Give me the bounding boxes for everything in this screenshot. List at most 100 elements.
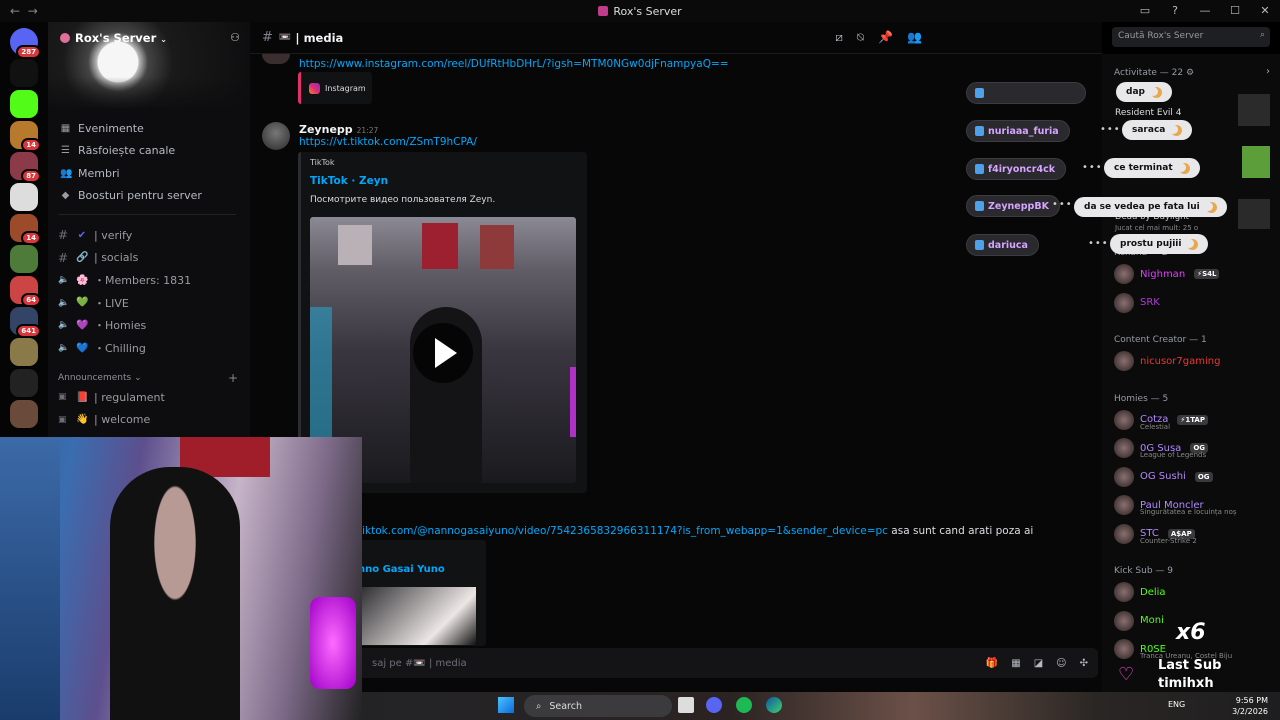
server-w-server[interactable] (10, 59, 38, 87)
forward-arrow-icon[interactable]: → (28, 4, 38, 18)
server-server-11[interactable] (10, 338, 38, 366)
video-thumbnail[interactable] (358, 587, 476, 645)
threads-icon[interactable]: ⧄ (835, 30, 843, 45)
language-indicator[interactable]: ENG (1168, 700, 1185, 709)
invite-icon[interactable]: ⚇ (230, 31, 240, 44)
avatar[interactable] (262, 54, 290, 64)
gif-icon[interactable]: ▦ (1011, 658, 1020, 669)
message-author[interactable]: Zeynepp (299, 123, 353, 136)
voice-channel-icon: 🔈 (58, 320, 70, 331)
server-name-button[interactable]: Rox's Server ⌄ (60, 31, 167, 45)
unread-badge: 87 (21, 169, 41, 183)
channel-item[interactable]: 🔈 💜 ・Homies (58, 315, 146, 335)
emoji-icon[interactable]: ☺ (1056, 658, 1066, 669)
channel-item[interactable]: 🔈 🌸 ・Members: 1831 (58, 270, 191, 290)
last-sub-title: Last Sub (1158, 658, 1222, 673)
message-link[interactable]: tiktok.com/@nannogasaiyuno/video/7542365… (358, 525, 888, 537)
clock[interactable]: 9:56 PM 3/2/2026 (1232, 695, 1268, 717)
channel-label: | regulament (94, 390, 165, 404)
discord-taskbar-icon[interactable] (706, 697, 722, 713)
message-link[interactable]: https://www.instagram.com/reel/DUfRtHbDH… (299, 58, 729, 70)
nav-boost[interactable]: ◆ Boosturi pentru server (60, 186, 202, 206)
maximize-button[interactable]: ☐ (1220, 0, 1250, 22)
embed-title[interactable]: nno Gasai Yuno (358, 564, 445, 575)
member-item[interactable]: Delia (1114, 580, 1278, 604)
back-arrow-icon[interactable]: ← (10, 4, 20, 18)
chevron-right-icon[interactable]: › (1266, 66, 1270, 77)
server-server-9[interactable]: 64 (10, 276, 41, 307)
file-explorer-icon[interactable] (678, 697, 694, 713)
member-item[interactable]: nicusor7gaming (1114, 349, 1278, 373)
instagram-embed[interactable]: Instagram (298, 72, 372, 104)
channel-item[interactable]: 🔈 💙 ・Chilling (58, 338, 146, 358)
text-channel-icon: # (58, 250, 69, 265)
member-item[interactable]: OG Sushi OG (1114, 465, 1278, 489)
server-server-6[interactable] (10, 183, 38, 211)
server-server-5[interactable]: 87 (10, 152, 41, 183)
play-button[interactable] (413, 323, 473, 383)
member-list-icon[interactable]: 👥 (907, 30, 922, 45)
channel-item[interactable]: # ✔ | verify (58, 225, 132, 245)
server-server-4[interactable]: 14 (10, 121, 41, 152)
webcam-overlay (0, 437, 362, 720)
member-item[interactable]: Paul Moncler Singurătatea e locuința noș (1114, 493, 1278, 517)
server-kick-server[interactable] (10, 90, 38, 118)
nav-browse[interactable]: ☰ Răsfoiește canale (60, 141, 175, 161)
channel-item[interactable]: ▣ 👋 | welcome (58, 410, 150, 430)
message-link[interactable]: https://vt.tiktok.com/ZSmT9hCPA/ (299, 136, 477, 148)
gift-icon[interactable]: 🎁 (986, 658, 998, 669)
member-item[interactable]: STC A$AP Counter-Strike 2 (1114, 522, 1278, 546)
title-bar: ← → Rox's Server ▭ ? — ☐ ✕ (0, 0, 1280, 22)
activity-game[interactable]: Resident Evil 4 (1115, 108, 1182, 118)
member-tag: OG (1194, 471, 1213, 482)
apps-icon[interactable]: ✣ (1080, 658, 1088, 669)
channel-emoji-icon: 💜 (76, 319, 89, 331)
help-icon[interactable]: ? (1160, 0, 1190, 22)
member-item[interactable]: SRK (1114, 291, 1278, 315)
last-sub-overlay: x6 ♡ Last Sub timihxh (1110, 620, 1270, 692)
alert-pill: dariuca (966, 234, 1039, 256)
edge-icon[interactable] (766, 697, 782, 713)
member-name: Nighman (1140, 268, 1186, 280)
close-button[interactable]: ✕ (1250, 0, 1280, 22)
taskbar-search[interactable]: ⌕ Search (524, 695, 672, 717)
add-channel-icon[interactable]: + (228, 371, 238, 385)
member-item[interactable]: 0G Susa OG League of Legends (1114, 436, 1278, 460)
pin-icon[interactable]: 📌 (878, 30, 893, 45)
embed-title[interactable]: TikTok · Zeyn (310, 175, 388, 187)
server-server-13[interactable] (10, 400, 38, 428)
nav-members[interactable]: 👥 Membri (60, 163, 120, 183)
server-discord-home[interactable]: 287 (10, 28, 41, 59)
server-server-10[interactable]: 641 (10, 307, 41, 338)
server-server-12[interactable] (10, 369, 38, 397)
nav-calendar[interactable]: ▦ Evenimente (60, 118, 144, 138)
embed-description: Посмотрите видео пользователя Zeyn. (310, 195, 496, 205)
category-announcements[interactable]: Announcements ⌄ (58, 373, 142, 383)
member-list: Activitate — 22 ⚙ › Resident Evil 4 Dead… (1102, 54, 1280, 692)
game-cover (1238, 94, 1270, 126)
notifications-icon[interactable]: ⍉ (857, 30, 864, 45)
unread-badge: 287 (16, 45, 41, 59)
spotify-icon[interactable] (736, 697, 752, 713)
server-server-8[interactable] (10, 245, 38, 273)
text-channel-icon: ▣ (58, 414, 67, 425)
search-input[interactable]: Caută Rox's Server ⌕ (1112, 27, 1270, 47)
boost-icon: ◆ (61, 190, 70, 201)
message-composer[interactable]: saj pe #📼 | media 🎁 ▦ ◪ ☺ ✣ (262, 648, 1098, 678)
minimize-button[interactable]: — (1190, 0, 1220, 22)
inbox-icon[interactable]: ▭ (1130, 0, 1160, 22)
channel-item[interactable]: ▣ 📕 | regulament (58, 387, 165, 407)
light (570, 367, 576, 437)
avatar[interactable] (262, 122, 290, 150)
heart-icon: ♡ (1118, 664, 1135, 685)
history-nav[interactable]: ← → (10, 4, 50, 18)
multiplier: x6 (1176, 620, 1206, 645)
channel-item[interactable]: 🔈 💚 ・LIVE (58, 293, 129, 313)
server-server-7[interactable]: 14 (10, 214, 41, 245)
channel-item[interactable]: # 🔗 | socials (58, 248, 138, 268)
member-item[interactable]: Nighman ⚡S4L (1114, 262, 1278, 286)
windows-start-icon[interactable] (498, 697, 514, 713)
member-item[interactable]: Cotza ⚡1TAP Celestial (1114, 408, 1278, 432)
sticker-icon[interactable]: ◪ (1034, 658, 1043, 669)
member-name: nicusor7gaming (1140, 355, 1221, 367)
